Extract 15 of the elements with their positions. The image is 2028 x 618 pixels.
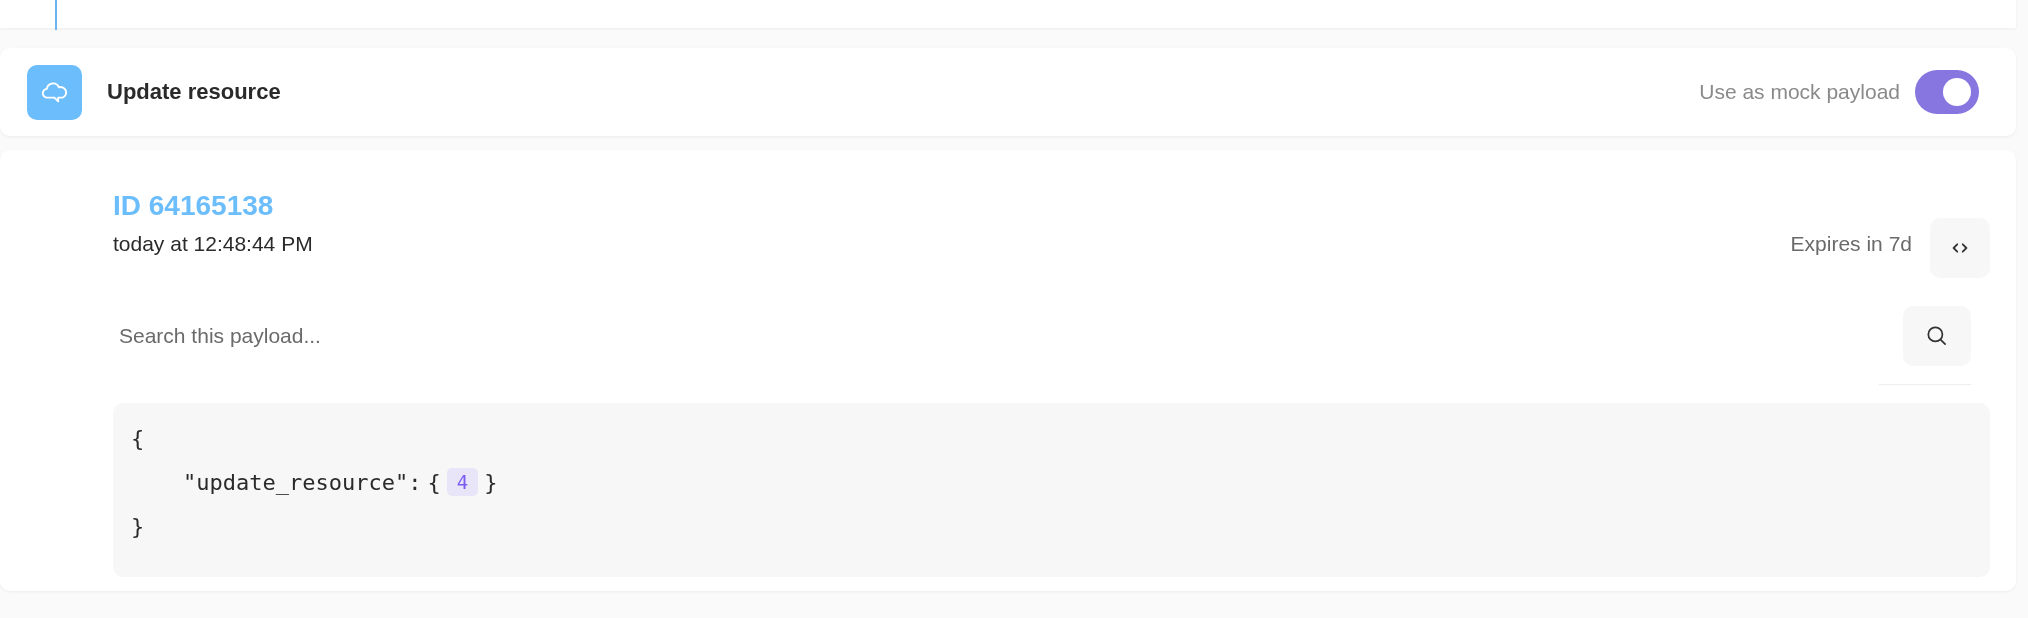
- collapsed-count[interactable]: 4: [446, 468, 479, 496]
- toggle-label: Use as mock payload: [1699, 80, 1900, 104]
- cloud-icon: [27, 64, 82, 120]
- event-title: Update resource: [107, 79, 281, 105]
- code-key: "update_resource":: [183, 469, 422, 495]
- code-brace: }: [484, 469, 498, 495]
- code-line: }: [131, 513, 145, 539]
- code-brace: {: [427, 469, 441, 495]
- search-field[interactable]: Search this payload...: [113, 316, 1903, 356]
- search-button[interactable]: [1903, 306, 1971, 366]
- timestamp: today at 12:48:44 PM: [113, 232, 313, 256]
- code-line: {: [131, 425, 145, 451]
- payload-id: ID 64165138: [113, 190, 275, 222]
- mock-payload-toggle[interactable]: [1915, 70, 1979, 114]
- expiry-text: Expires in 7d: [1790, 232, 1912, 256]
